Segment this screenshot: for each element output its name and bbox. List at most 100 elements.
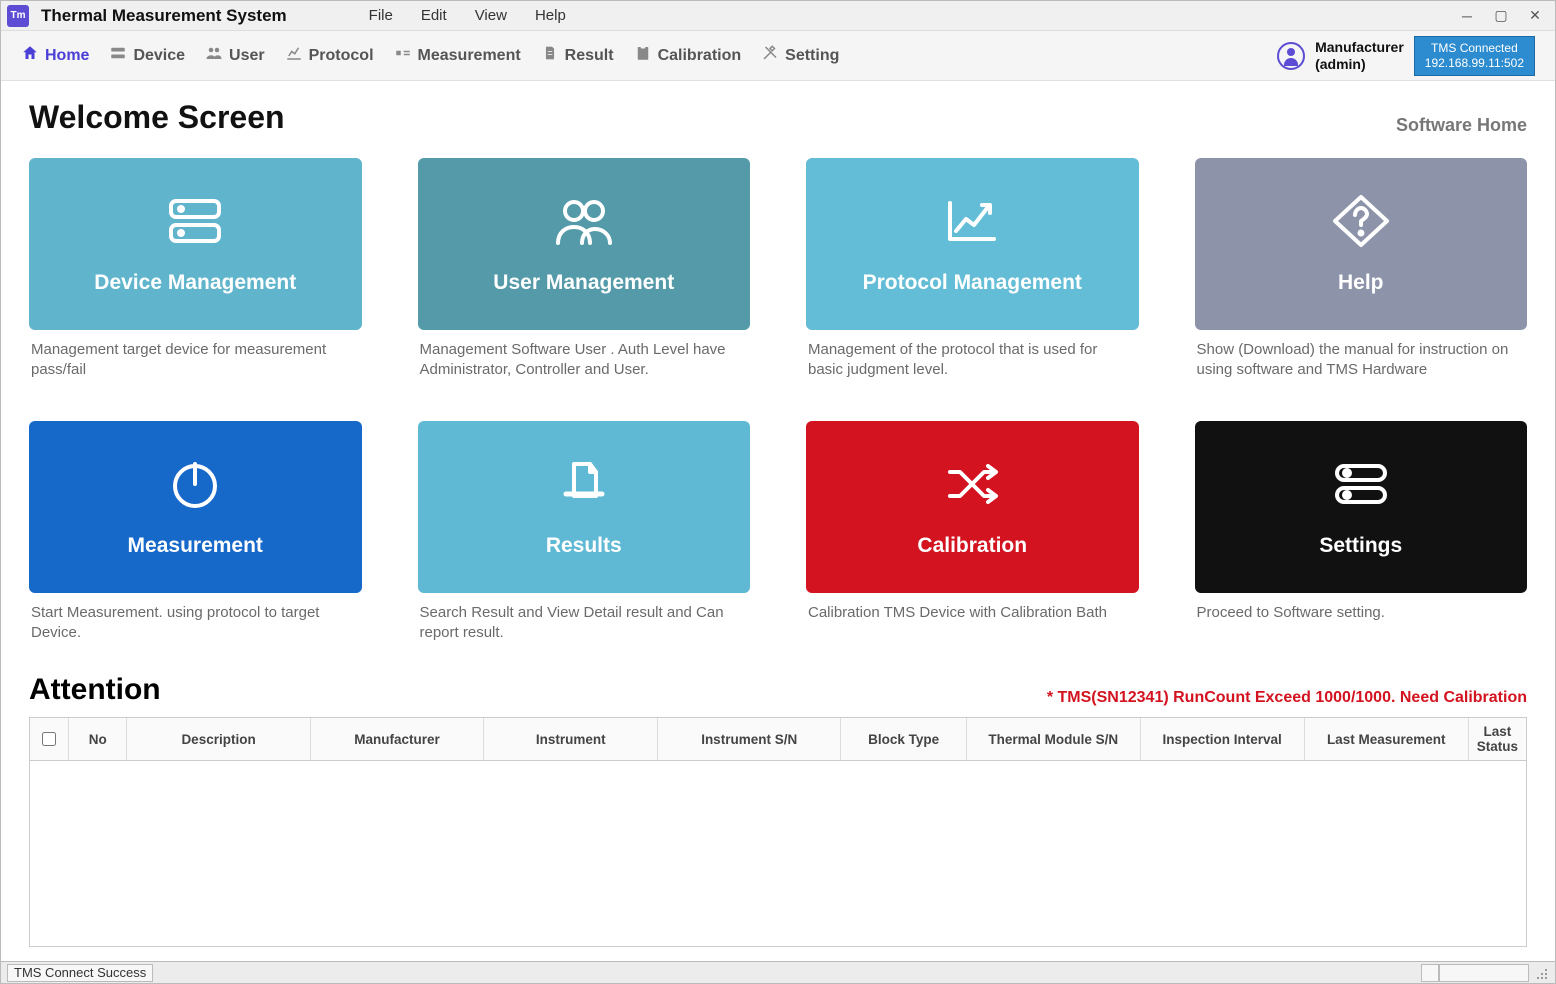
toolbar: Home Device User Protocol Measurement Re… bbox=[1, 31, 1555, 81]
nav-setting-label: Setting bbox=[785, 47, 839, 65]
card-user-management[interactable]: User Management bbox=[418, 158, 751, 330]
nav-protocol-label: Protocol bbox=[309, 47, 374, 65]
col-checkbox bbox=[30, 718, 69, 760]
card-protocol-title: Protocol Management bbox=[863, 271, 1082, 295]
card-user-desc: Management Software User . Auth Level ha… bbox=[418, 340, 751, 381]
card-settings[interactable]: Settings bbox=[1195, 421, 1528, 593]
card-results-desc: Search Result and View Detail result and… bbox=[418, 603, 751, 644]
nav-measurement[interactable]: Measurement bbox=[394, 44, 521, 67]
window-controls: ─ ▢ ✕ bbox=[1453, 5, 1549, 27]
nav-measurement-label: Measurement bbox=[418, 47, 521, 65]
user-line2: (admin) bbox=[1315, 56, 1404, 72]
close-button[interactable]: ✕ bbox=[1521, 5, 1549, 27]
nav-user-label: User bbox=[229, 47, 265, 65]
main-content: Welcome Screen Software Home Device Mana… bbox=[1, 81, 1555, 955]
avatar-icon bbox=[1277, 42, 1305, 70]
nav-home[interactable]: Home bbox=[21, 44, 89, 67]
col-instrument[interactable]: Instrument bbox=[484, 718, 658, 760]
card-measurement-title: Measurement bbox=[128, 534, 263, 558]
resize-grip-icon[interactable] bbox=[1533, 965, 1549, 981]
col-instrument-sn[interactable]: Instrument S/N bbox=[658, 718, 841, 760]
card-calibration[interactable]: Calibration bbox=[806, 421, 1139, 593]
col-description[interactable]: Description bbox=[127, 718, 310, 760]
nav-device[interactable]: Device bbox=[109, 44, 185, 67]
attention-heading: Attention bbox=[29, 673, 161, 707]
nav-setting[interactable]: Setting bbox=[761, 44, 839, 67]
sliders-icon bbox=[1329, 456, 1393, 512]
card-measurement-desc: Start Measurement. using protocol to tar… bbox=[29, 603, 362, 644]
nav-result[interactable]: Result bbox=[541, 44, 614, 67]
chart-line-icon bbox=[940, 193, 1004, 249]
col-inspection-interval[interactable]: Inspection Interval bbox=[1141, 718, 1305, 760]
card-settings-desc: Proceed to Software setting. bbox=[1195, 603, 1528, 623]
col-manufacturer[interactable]: Manufacturer bbox=[311, 718, 485, 760]
connection-address: 192.168.99.11:502 bbox=[1425, 56, 1524, 71]
card-device-management[interactable]: Device Management bbox=[29, 158, 362, 330]
menu-file[interactable]: File bbox=[355, 3, 407, 28]
col-no[interactable]: No bbox=[69, 718, 127, 760]
card-help-desc: Show (Download) the manual for instructi… bbox=[1195, 340, 1528, 381]
help-diamond-icon bbox=[1329, 193, 1393, 249]
col-block-type[interactable]: Block Type bbox=[841, 718, 967, 760]
app-icon: Tm bbox=[7, 5, 29, 27]
status-message: TMS Connect Success bbox=[7, 964, 153, 982]
card-protocol-management[interactable]: Protocol Management bbox=[806, 158, 1139, 330]
software-home-label: Software Home bbox=[1396, 115, 1527, 136]
nav-home-label: Home bbox=[45, 47, 89, 65]
document-scan-icon bbox=[552, 456, 616, 512]
status-bar: TMS Connect Success bbox=[1, 961, 1555, 983]
user-block: Manufacturer (admin) TMS Connected 192.1… bbox=[1277, 36, 1535, 76]
col-thermal-module-sn[interactable]: Thermal Module S/N bbox=[967, 718, 1141, 760]
card-device-title: Device Management bbox=[94, 271, 296, 295]
page-title: Welcome Screen bbox=[29, 99, 285, 136]
app-title: Thermal Measurement System bbox=[41, 6, 287, 26]
connection-title: TMS Connected bbox=[1425, 41, 1524, 56]
nav-device-label: Device bbox=[133, 47, 185, 65]
card-calibration-desc: Calibration TMS Device with Calibration … bbox=[806, 603, 1139, 623]
users-icon bbox=[205, 44, 223, 67]
card-settings-title: Settings bbox=[1319, 534, 1402, 558]
nav-calibration[interactable]: Calibration bbox=[634, 44, 742, 67]
card-calibration-title: Calibration bbox=[917, 534, 1027, 558]
card-results-title: Results bbox=[546, 534, 622, 558]
table-header: No Description Manufacturer Instrument I… bbox=[30, 718, 1526, 761]
minimize-button[interactable]: ─ bbox=[1453, 5, 1481, 27]
card-results[interactable]: Results bbox=[418, 421, 751, 593]
card-help-title: Help bbox=[1338, 271, 1384, 295]
attention-table: No Description Manufacturer Instrument I… bbox=[29, 717, 1527, 947]
menu-help[interactable]: Help bbox=[521, 3, 580, 28]
menu-edit[interactable]: Edit bbox=[407, 3, 461, 28]
attention-warning: * TMS(SN12341) RunCount Exceed 1000/1000… bbox=[1047, 689, 1527, 707]
card-help[interactable]: Help bbox=[1195, 158, 1528, 330]
chart-icon bbox=[285, 44, 303, 67]
power-icon bbox=[163, 456, 227, 512]
card-device-desc: Management target device for measurement… bbox=[29, 340, 362, 381]
card-protocol-desc: Management of the protocol that is used … bbox=[806, 340, 1139, 381]
col-last-measurement[interactable]: Last Measurement bbox=[1305, 718, 1469, 760]
col-last-status[interactable]: Last Status bbox=[1469, 718, 1526, 760]
menu-view[interactable]: View bbox=[461, 3, 521, 28]
server-icon bbox=[163, 193, 227, 249]
menu-bar: File Edit View Help bbox=[355, 3, 580, 28]
select-all-checkbox[interactable] bbox=[42, 732, 56, 746]
status-slot-2 bbox=[1439, 964, 1529, 982]
user-line1: Manufacturer bbox=[1315, 39, 1404, 55]
shuffle-icon bbox=[940, 456, 1004, 512]
title-bar: Tm Thermal Measurement System File Edit … bbox=[1, 1, 1555, 31]
status-slot-1 bbox=[1421, 964, 1439, 982]
nav-calibration-label: Calibration bbox=[658, 47, 742, 65]
nav-protocol[interactable]: Protocol bbox=[285, 44, 374, 67]
card-grid: Device Management Management target devi… bbox=[29, 158, 1527, 643]
tools-icon bbox=[761, 44, 779, 67]
users-icon bbox=[552, 193, 616, 249]
user-name: Manufacturer (admin) bbox=[1315, 39, 1404, 71]
card-measurement[interactable]: Measurement bbox=[29, 421, 362, 593]
nav-user[interactable]: User bbox=[205, 44, 265, 67]
maximize-button[interactable]: ▢ bbox=[1487, 5, 1515, 27]
home-icon bbox=[21, 44, 39, 67]
document-icon bbox=[541, 44, 559, 67]
nav-result-label: Result bbox=[565, 47, 614, 65]
connection-badge: TMS Connected 192.168.99.11:502 bbox=[1414, 36, 1535, 76]
server-icon bbox=[109, 44, 127, 67]
card-user-title: User Management bbox=[493, 271, 674, 295]
